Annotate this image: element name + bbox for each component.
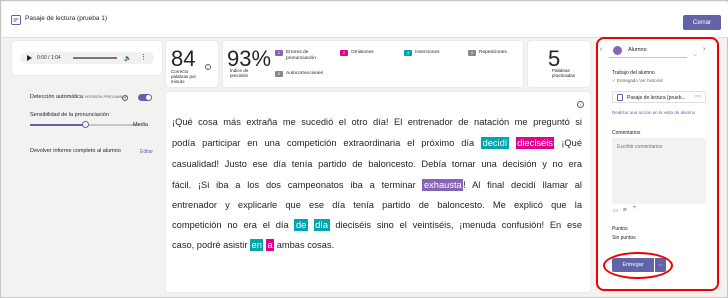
highlight-omission[interactable]: a xyxy=(265,239,275,251)
document-icon xyxy=(11,15,21,25)
sensitivity-value: Media xyxy=(133,122,148,128)
submitted-status: ✓ Entregado Ver historial xyxy=(612,78,663,83)
next-student-icon[interactable]: › xyxy=(703,46,705,53)
category-omissions[interactable]: 2 Omisiones xyxy=(340,50,374,56)
settings-panel: 0:00 / 1:04 🔈 ⋮ xyxy=(12,41,162,291)
practiced-card: 5 Palabras practicadas xyxy=(528,41,590,87)
passage-line: caso, podré asistir en a ambas cosas. xyxy=(172,239,335,251)
passage-line: ¡Qué cosa más extraña me sucedió el otro… xyxy=(172,117,582,127)
passage-line: casualidad! Justo ese día tenía partido … xyxy=(172,159,582,169)
audio-card: 0:00 / 1:04 🔈 ⋮ xyxy=(12,41,162,75)
passage-text: ! Al final decidí llamar al xyxy=(463,180,582,190)
submit-options-icon[interactable]: ⌵ xyxy=(655,258,666,272)
chevron-down-icon: ⌵ xyxy=(693,52,697,58)
highlight-insertion[interactable]: en xyxy=(250,239,264,251)
auto-detect-toggle[interactable] xyxy=(138,94,152,101)
passage-text: casualidad! Justo ese día tenía partido … xyxy=(172,159,582,169)
audio-time: 0:00 / 1:04 xyxy=(37,54,61,61)
highlight-omission[interactable]: dieciséis xyxy=(515,137,555,149)
page-title: Pasaje de lectura (prueba 1) xyxy=(25,15,108,22)
audio-player[interactable]: 0:00 / 1:04 🔈 ⋮ xyxy=(20,52,154,64)
category-repetitions[interactable]: 0 Repeticiones xyxy=(468,50,507,56)
highlight-insertion[interactable]: de xyxy=(294,219,308,231)
review-panel: ‹ Alumno ⌵ › Trabajo del alumno ✓ Entreg… xyxy=(597,38,718,291)
more-icon[interactable]: ⋮ xyxy=(140,53,147,61)
highlight-insertion[interactable]: día xyxy=(313,219,330,231)
sensitivity-slider[interactable] xyxy=(30,121,140,128)
passage-line: podía participar en una competición extr… xyxy=(172,137,582,149)
info-icon[interactable]: i xyxy=(122,95,128,101)
avatar xyxy=(613,46,622,55)
passage-text: ambas cosas. xyxy=(274,240,335,250)
category-mispronunciation[interactable]: 1 Errores de pronunciación xyxy=(275,50,335,62)
submit-button[interactable]: Entregar xyxy=(612,258,654,272)
highlight-mispronunciation[interactable]: exhausta xyxy=(422,179,464,191)
passage-text: entrenador y explicarle que ese día tení… xyxy=(172,200,582,210)
file-icon xyxy=(617,94,623,101)
previous-student-icon[interactable]: ‹ xyxy=(600,46,602,53)
wcpm-label: Correcto palabras por minuto xyxy=(171,69,197,84)
info-icon[interactable]: i xyxy=(577,101,584,108)
passage-text: caso, podré asistir xyxy=(172,240,251,250)
practiced-label: Palabras practicadas xyxy=(552,68,576,78)
accuracy-label: Índice de precisión xyxy=(230,68,249,78)
auto-detect-label: Detección automática VERSIÓN PRELIMINAR xyxy=(30,94,128,100)
student-selector[interactable]: Alumno ⌵ xyxy=(609,43,697,58)
passage-line: competición no era el día de día diecisé… xyxy=(172,219,582,231)
passage-text: fácil. ¡Si iba a los dos campeonatos iba… xyxy=(172,180,423,190)
passage-text: competición no era el día xyxy=(172,220,295,230)
record-icon[interactable]: ▭ xyxy=(613,207,619,214)
file-name: Pasaje de lectura (prueb... xyxy=(627,95,686,101)
passage-text xyxy=(308,220,314,230)
return-report-label: Devolver informe completo al alumno xyxy=(30,148,121,154)
volume-icon[interactable]: 🔈 xyxy=(124,55,131,62)
highlight-insertion[interactable]: decidí xyxy=(481,137,509,149)
attach-icon[interactable]: ⌀ xyxy=(623,206,627,213)
passage-text: podía participar en una competición extr… xyxy=(172,138,482,148)
close-button[interactable]: Cerrar xyxy=(683,15,721,30)
passage-text: ¡Qué xyxy=(554,138,582,148)
play-icon[interactable] xyxy=(27,55,32,61)
passage-line: fácil. ¡Si iba a los dos campeonatos iba… xyxy=(172,179,582,191)
passage-line: entrenador y explicarle que ese día tení… xyxy=(172,200,582,210)
edit-link[interactable]: Editar xyxy=(140,149,153,155)
add-icon[interactable]: + xyxy=(633,205,637,211)
attached-file[interactable]: Pasaje de lectura (prueb... ⋯ xyxy=(612,91,706,103)
audio-progress[interactable] xyxy=(73,57,117,59)
comments-label: Comentarios xyxy=(612,130,641,136)
passage-text: dieciséis sino el veintiséis, ¡menuda co… xyxy=(329,220,582,230)
info-icon[interactable]: i xyxy=(205,64,211,70)
comments-input[interactable] xyxy=(612,138,706,204)
reading-passage: i ¡Qué cosa más extraña me sucedió el ot… xyxy=(166,92,590,292)
stats-bar: 84 Correcto palabras por minuto i 93% Ín… xyxy=(166,41,590,87)
more-icon[interactable]: ⋯ xyxy=(695,93,701,100)
points-label: Puntos xyxy=(612,226,628,232)
wcpm-card: 84 Correcto palabras por minuto i xyxy=(166,41,218,87)
submit-group: Entregar ⌵ xyxy=(612,258,666,272)
title-bar: Pasaje de lectura (prueba 1) Cerrar xyxy=(2,2,728,38)
sensitivity-label: Sensibilidad de la pronunciación xyxy=(30,112,109,118)
category-insertions[interactable]: 4 Inserciones xyxy=(404,50,440,56)
student-work-label: Trabajo del alumno xyxy=(612,70,655,76)
passage-text xyxy=(509,138,516,148)
student-view-link[interactable]: Realizar una acción en la vista de alumn… xyxy=(612,110,695,115)
student-name: Alumno xyxy=(628,47,647,53)
points-value: Sin puntos xyxy=(612,235,636,241)
slider-fill xyxy=(30,124,85,126)
category-self-corrections[interactable]: 0 Autocorrecciones xyxy=(275,71,323,77)
slider-thumb[interactable] xyxy=(81,121,89,128)
accuracy-card: 93% Índice de precisión 1 Errores de pron… xyxy=(223,41,523,87)
history-link[interactable]: Ver historial xyxy=(639,78,663,83)
passage-text: ¡Qué cosa más extraña me sucedió el otro… xyxy=(172,117,582,127)
